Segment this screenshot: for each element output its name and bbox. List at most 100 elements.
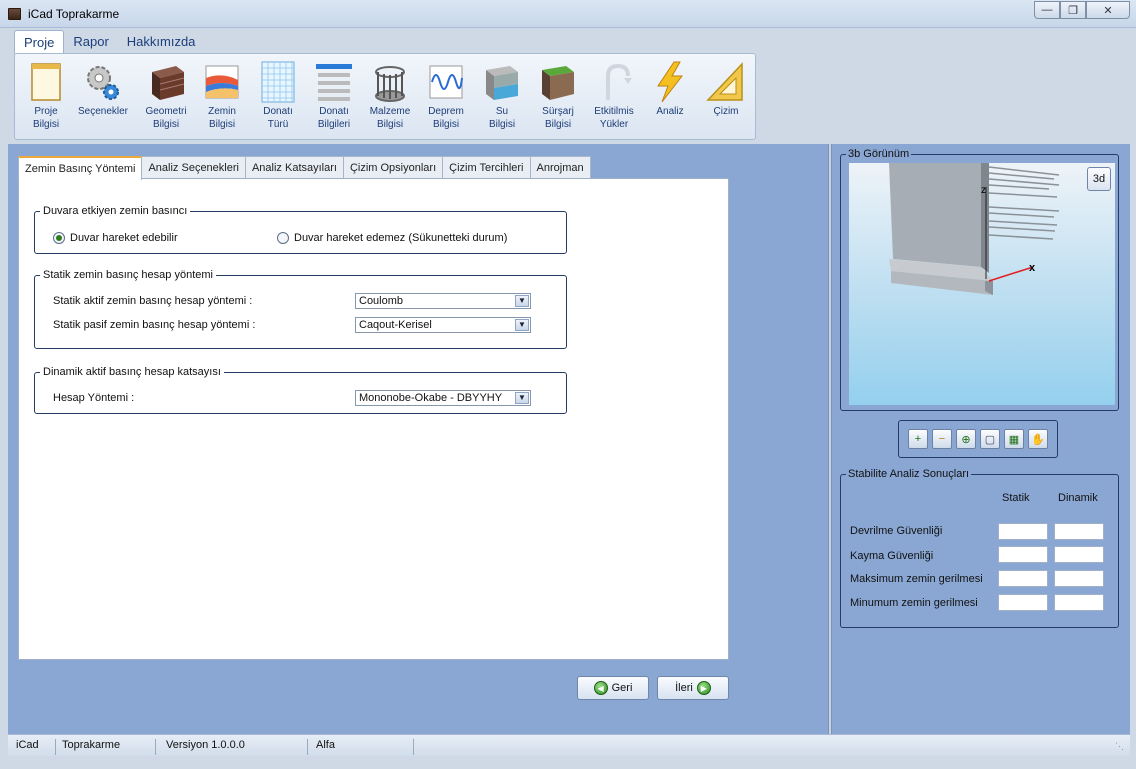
group-title: Stabilite Analiz Sonuçları [846, 468, 972, 480]
dynamic-method-group: Dinamik aktif basınç hesap katsayısı Hes… [34, 366, 567, 414]
ribbon-tab-proje[interactable]: Proje [14, 30, 65, 54]
static-passive-select[interactable]: Caqout-Kerisel ▼ [355, 317, 531, 333]
set-square-icon [706, 62, 743, 101]
gears-icon [87, 66, 119, 100]
static-active-select[interactable]: Coulomb ▼ [355, 293, 531, 309]
ribbon-tab-hakkimizda[interactable]: Hakkımızda [118, 30, 205, 54]
ribbon-geometri-bilgisi-button[interactable]: Geometri Bilgisi [138, 60, 194, 130]
status-module: Toprakarme [56, 739, 156, 755]
ribbon-su-bilgisi-button[interactable]: Su Bilgisi [474, 60, 530, 130]
col-static-header: Statik [1002, 492, 1030, 504]
minimize-icon: — [1041, 4, 1053, 16]
arrow-right-icon: ▶ [696, 681, 711, 695]
sliding-dynamic-field[interactable] [1054, 546, 1104, 563]
row-label-overturning: Devrilme Güvenliği [850, 525, 943, 537]
close-icon: ✕ [1103, 4, 1113, 17]
status-app: iCad [10, 739, 56, 755]
max-stress-dynamic-field[interactable] [1054, 570, 1104, 587]
retaining-wall-model: z x [889, 163, 1060, 295]
axis-x-label: x [1029, 262, 1036, 274]
app-icon [8, 8, 21, 20]
view3d-group: 3b Görünüm z x 3d [840, 148, 1119, 411]
tab-cizim-tercihleri[interactable]: Çizim Tercihleri [442, 156, 531, 178]
right-panel: 3b Görünüm z x 3d + − ⊕ ▢ ▦ ✋ Stabilite … [832, 144, 1130, 734]
hook-arrow-icon [606, 63, 632, 100]
ribbon-tab-rapor[interactable]: Rapor [64, 30, 117, 54]
zoom-window-icon[interactable]: ⊕ [956, 429, 976, 449]
col-dynamic-header: Dinamik [1058, 492, 1098, 504]
terrain-block-icon [542, 66, 574, 100]
tab-anrojman[interactable]: Anrojman [529, 156, 591, 178]
restore-icon: ❐ [1068, 4, 1078, 17]
title-bar: iCad Toprakarme — ❐ ✕ [0, 0, 1136, 28]
grid-icon [261, 61, 295, 103]
pan-hand-icon[interactable]: ✋ [1028, 429, 1048, 449]
maximize-button[interactable]: ❐ [1060, 1, 1086, 19]
status-stage: Alfa [310, 739, 414, 755]
soil-layers-icon [205, 65, 239, 99]
view3d-toggle-button[interactable]: 3d [1087, 167, 1111, 191]
zoom-box-icon[interactable]: ▢ [980, 429, 1000, 449]
tab-cizim-opsiyonlari[interactable]: Çizim Opsiyonları [342, 156, 444, 178]
tab-analiz-katsayilari[interactable]: Analiz Katsayıları [244, 156, 344, 178]
static-passive-label: Statik pasif zemin basınç hesap yöntemi … [53, 319, 256, 331]
chevron-down-icon[interactable]: ▼ [515, 295, 529, 307]
calc-method-label: Hesap Yöntemi : [53, 392, 135, 404]
group-title: 3b Görünüm [846, 148, 912, 160]
ribbon-donati-turu-button[interactable]: Donatı Türü [250, 60, 306, 130]
overturning-dynamic-field[interactable] [1054, 523, 1104, 540]
chevron-down-icon[interactable]: ▼ [515, 319, 529, 331]
radio-label: Duvar hareket edebilir [70, 232, 178, 244]
sliding-static-field[interactable] [998, 546, 1048, 563]
ribbon-secenekler-button[interactable]: Seçenekler [75, 60, 131, 119]
ribbon-proje-bilgisi-button[interactable]: Proje Bilgisi [18, 60, 74, 130]
group-title: Dinamik aktif basınç hesap katsayısı [40, 366, 224, 378]
ribbon-etkitilmis-yukler-button[interactable]: Etkitilmis Yükler [586, 60, 642, 130]
radio-wall-cannot-move[interactable]: Duvar hareket edemez (Sükunetteki durum) [277, 232, 507, 244]
tab-content: Duvara etkiyen zemin basıncı Duvar harek… [18, 178, 729, 660]
resize-grip-icon[interactable]: ⋱ [1115, 741, 1124, 752]
close-button[interactable]: ✕ [1086, 1, 1130, 19]
ribbon-analiz-button[interactable]: Analiz [642, 60, 698, 119]
min-stress-dynamic-field[interactable] [1054, 594, 1104, 611]
radio-label: Duvar hareket edemez (Sükunetteki durum) [294, 232, 508, 244]
group-title: Statik zemin basınç hesap yöntemi [40, 269, 216, 281]
static-method-group: Statik zemin basınç hesap yöntemi Statik… [34, 269, 567, 349]
minimize-button[interactable]: — [1034, 1, 1060, 19]
overturning-static-field[interactable] [998, 523, 1048, 540]
view3d-canvas[interactable]: z x 3d [849, 163, 1115, 405]
status-version: Versiyon 1.0.0.0 [160, 739, 308, 755]
tab-analiz-secenekleri[interactable]: Analiz Seçenekleri [141, 156, 246, 178]
min-stress-static-field[interactable] [998, 594, 1048, 611]
ribbon-sursarj-bilgisi-button[interactable]: Sürşarj Bilgisi [530, 60, 586, 130]
radio-checked-icon [53, 232, 65, 244]
row-label-sliding: Kayma Güvenliği [850, 550, 934, 562]
radio-wall-can-move[interactable]: Duvar hareket edebilir [53, 232, 178, 244]
left-panel: Zemin Basınç Yöntemi Analiz Seçenekleri … [8, 144, 828, 734]
ribbon-malzeme-bilgisi-button[interactable]: Malzeme Bilgisi [362, 60, 418, 130]
view-toolbar: + − ⊕ ▢ ▦ ✋ [898, 420, 1058, 458]
back-button[interactable]: ◀ Geri [577, 676, 649, 700]
ribbon: Proje Rapor Hakkımızda Proje Bilgisi Seç… [8, 28, 1128, 144]
ribbon-cizim-button[interactable]: Çizim [698, 60, 754, 119]
box-icon [152, 66, 185, 100]
max-stress-static-field[interactable] [998, 570, 1048, 587]
tab-strip: Zemin Basınç Yöntemi Analiz Seçenekleri … [18, 156, 591, 180]
main-area: Zemin Basınç Yöntemi Analiz Seçenekleri … [8, 144, 1130, 734]
row-label-min-stress: Minumum zemin gerilmesi [850, 597, 978, 609]
zoom-extents-icon[interactable]: ▦ [1004, 429, 1024, 449]
axis-z-label: z [981, 185, 986, 196]
ribbon-donati-bilgileri-button[interactable]: Donatı Bilgileri [306, 60, 362, 130]
calc-method-select[interactable]: Mononobe-Okabe - DBYYHY ▼ [355, 390, 531, 406]
ribbon-deprem-bilgisi-button[interactable]: Deprem Bilgisi [418, 60, 474, 130]
water-block-icon [486, 66, 518, 100]
ribbon-zemin-bilgisi-button[interactable]: Zemin Bilgisi [194, 60, 250, 130]
zoom-out-icon[interactable]: − [932, 429, 952, 449]
wall-pressure-group: Duvara etkiyen zemin basıncı Duvar harek… [34, 205, 567, 254]
chevron-down-icon[interactable]: ▼ [515, 392, 529, 404]
tab-zemin-basinc-yontemi[interactable]: Zemin Basınç Yöntemi [18, 156, 143, 180]
next-button[interactable]: İleri ▶ [657, 676, 729, 700]
layers-list-icon [316, 64, 352, 101]
row-label-max-stress: Maksimum zemin gerilmesi [850, 573, 983, 585]
zoom-in-icon[interactable]: + [908, 429, 928, 449]
